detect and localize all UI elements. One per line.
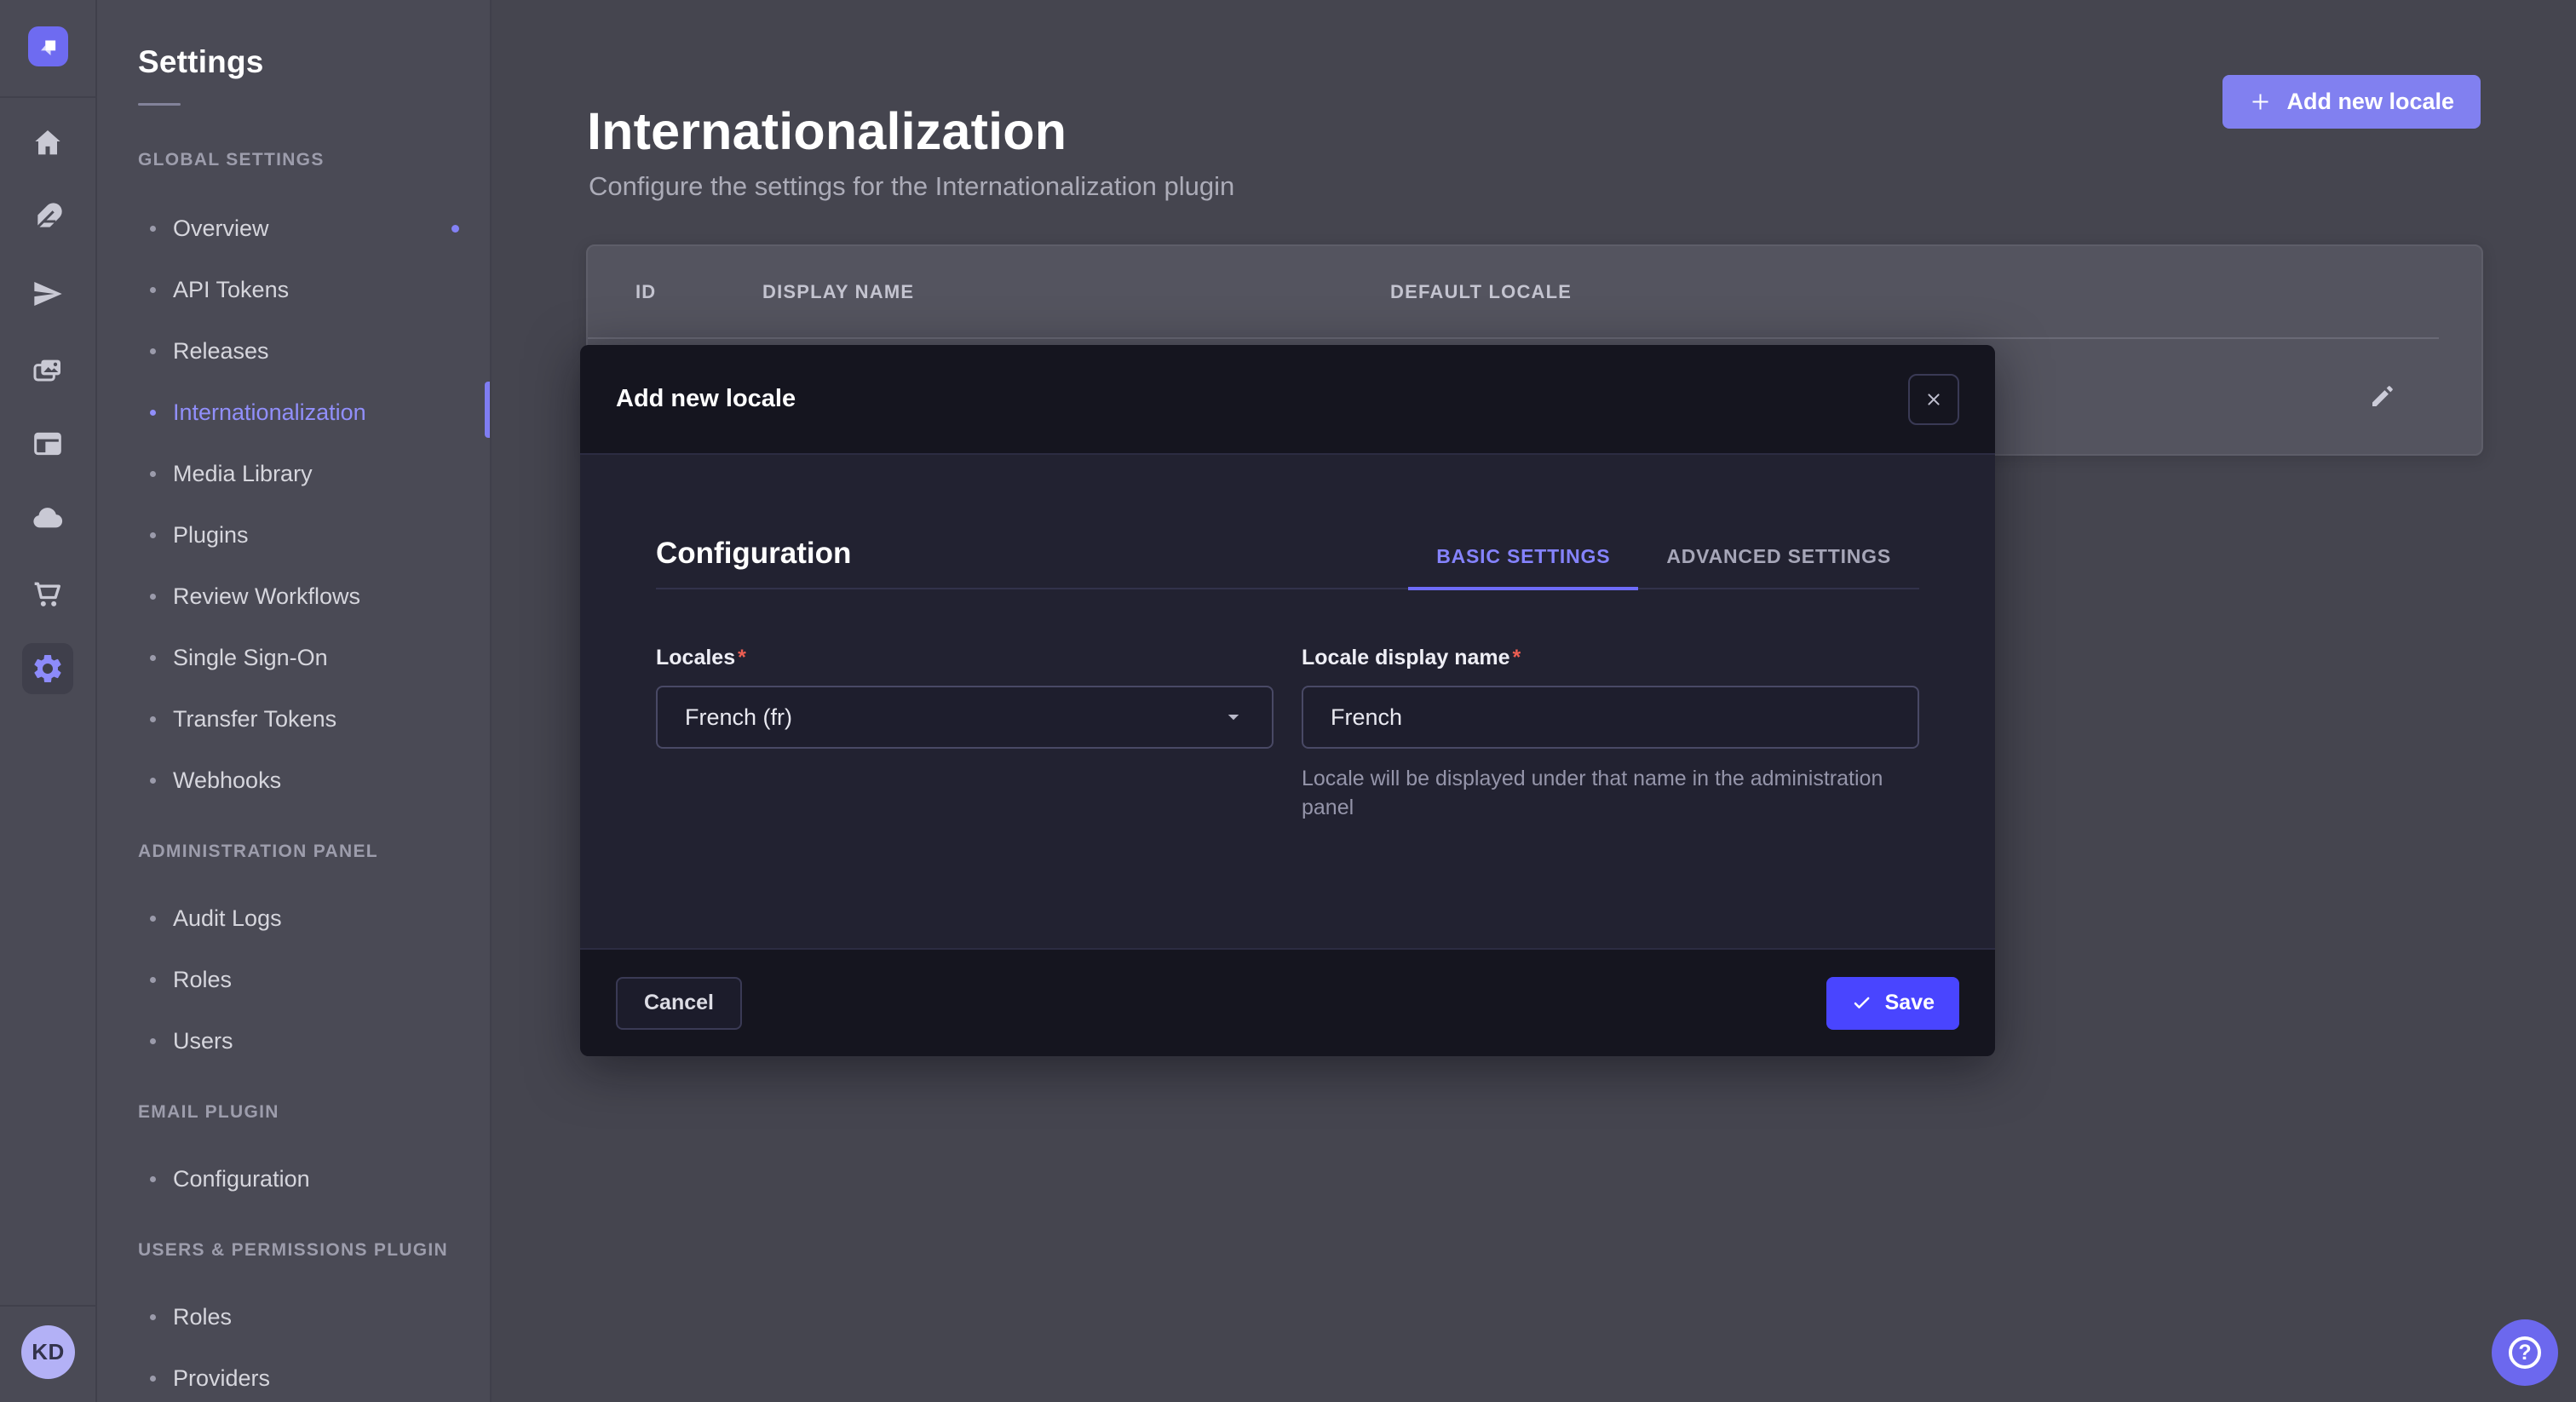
bullet-icon — [150, 348, 156, 354]
configuration-section-title: Configuration — [656, 537, 851, 588]
icon-rail: KD — [0, 0, 97, 1402]
plus-icon — [2249, 90, 2272, 113]
question-mark-icon: ? — [2509, 1336, 2541, 1369]
rail-divider — [0, 1305, 95, 1307]
sidebar-item-users[interactable]: Users — [138, 1010, 490, 1072]
display-name-label: Locale display name* — [1302, 646, 1521, 669]
sidebar-item-media-library[interactable]: Media Library — [138, 443, 490, 504]
locales-label: Locales* — [656, 646, 746, 669]
sidebar-item-up-roles[interactable]: Roles — [138, 1286, 490, 1347]
settings-nav-active[interactable] — [22, 643, 73, 694]
bullet-icon — [150, 410, 156, 416]
strapi-logo[interactable] — [28, 26, 68, 66]
bullet-icon — [150, 916, 156, 922]
sidebar-item-single-sign-on[interactable]: Single Sign-On — [138, 627, 490, 688]
sidebar-item-transfer-tokens[interactable]: Transfer Tokens — [138, 688, 490, 750]
display-name-hint: Locale will be displayed under that name… — [1302, 764, 1919, 822]
section-label-users-permissions-plugin: USERS & PERMISSIONS PLUGIN — [138, 1240, 490, 1261]
bullet-icon — [150, 1038, 156, 1044]
bullet-icon — [150, 778, 156, 784]
user-avatar[interactable]: KD — [21, 1325, 75, 1379]
required-mark: * — [738, 646, 746, 669]
bullet-icon — [150, 287, 156, 293]
pencil-icon — [2369, 382, 2396, 410]
close-icon — [1923, 389, 1944, 410]
rail-divider — [0, 96, 95, 98]
chevron-down-icon — [1222, 706, 1245, 728]
title-divider — [138, 103, 181, 106]
settings-tabs: BASIC SETTINGS ADVANCED SETTINGS — [1408, 545, 1919, 588]
column-header-display-name: DISPLAY NAME — [762, 281, 1390, 303]
page-subtitle: Configure the settings for the Internati… — [589, 171, 1234, 202]
page-title: Internationalization — [587, 101, 1067, 161]
tab-advanced-settings[interactable]: ADVANCED SETTINGS — [1638, 545, 1919, 590]
bullet-icon — [150, 977, 156, 983]
notification-dot — [451, 225, 459, 233]
bullet-icon — [150, 532, 156, 538]
locales-select-value: French (fr) — [685, 704, 792, 731]
section-label-email-plugin: EMAIL PLUGIN — [138, 1102, 490, 1123]
cloud-icon[interactable] — [30, 500, 66, 536]
bullet-icon — [150, 1376, 156, 1382]
required-mark: * — [1513, 646, 1521, 669]
sidebar-item-api-tokens[interactable]: API Tokens — [138, 259, 490, 320]
sidebar-item-providers[interactable]: Providers — [138, 1347, 490, 1402]
column-header-default-locale: DEFAULT LOCALE — [1390, 281, 1572, 303]
sidebar-item-audit-logs[interactable]: Audit Logs — [138, 888, 490, 949]
section-label-global-settings: GLOBAL SETTINGS — [138, 150, 490, 170]
paper-plane-icon[interactable] — [30, 276, 66, 312]
help-button[interactable]: ? — [2492, 1319, 2558, 1386]
bullet-icon — [150, 1314, 156, 1320]
locale-display-name-input[interactable] — [1302, 686, 1919, 749]
sidebar-item-webhooks[interactable]: Webhooks — [138, 750, 490, 811]
close-modal-button[interactable] — [1908, 374, 1959, 425]
sidebar-item-admin-roles[interactable]: Roles — [138, 949, 490, 1010]
active-item-indicator — [485, 382, 490, 438]
bullet-icon — [150, 471, 156, 477]
sidebar-item-plugins[interactable]: Plugins — [138, 504, 490, 566]
modal-footer: Cancel Save — [580, 948, 1995, 1056]
bullet-icon — [150, 1176, 156, 1182]
add-locale-modal: Add new locale Configuration BASIC SETTI… — [580, 345, 1995, 1056]
feather-icon[interactable] — [30, 199, 66, 235]
sidebar-title: Settings — [138, 44, 490, 80]
check-icon — [1851, 992, 1872, 1014]
modal-title: Add new locale — [616, 385, 796, 413]
display-name-field: Locale display name* Locale will be disp… — [1302, 646, 1919, 843]
table-header-row: ID DISPLAY NAME DEFAULT LOCALE — [588, 246, 2481, 337]
media-library-icon[interactable] — [30, 353, 66, 389]
cancel-button[interactable]: Cancel — [616, 977, 742, 1030]
locales-field: Locales* French (fr) — [656, 646, 1274, 843]
save-button[interactable]: Save — [1826, 977, 1959, 1030]
modal-header: Add new locale — [580, 345, 1995, 455]
sidebar-item-internationalization[interactable]: Internationalization — [138, 382, 490, 443]
edit-locale-button[interactable] — [2369, 382, 2396, 410]
settings-gear-icon — [31, 652, 65, 686]
bullet-icon — [150, 716, 156, 722]
tab-basic-settings[interactable]: BASIC SETTINGS — [1408, 545, 1638, 590]
column-header-id: ID — [635, 281, 762, 303]
bullet-icon — [150, 594, 156, 600]
locales-select[interactable]: French (fr) — [656, 686, 1274, 749]
sidebar-item-overview[interactable]: Overview — [138, 198, 490, 259]
cart-icon[interactable] — [30, 577, 66, 612]
sidebar-item-review-workflows[interactable]: Review Workflows — [138, 566, 490, 627]
bullet-icon — [150, 655, 156, 661]
add-new-locale-button[interactable]: Add new locale — [2222, 75, 2481, 129]
strapi-admin-app: KD Settings GLOBAL SETTINGS Overview API… — [0, 0, 2576, 1402]
bullet-icon — [150, 226, 156, 232]
home-icon[interactable] — [30, 125, 66, 161]
sidebar-item-email-configuration[interactable]: Configuration — [138, 1148, 490, 1210]
settings-sidebar: Settings GLOBAL SETTINGS Overview API To… — [97, 0, 492, 1402]
modal-body: Configuration BASIC SETTINGS ADVANCED SE… — [580, 455, 1995, 948]
layout-icon[interactable] — [30, 426, 66, 462]
strapi-logo-icon — [36, 34, 61, 60]
sidebar-item-releases[interactable]: Releases — [138, 320, 490, 382]
section-label-administration-panel: ADMINISTRATION PANEL — [138, 842, 490, 862]
